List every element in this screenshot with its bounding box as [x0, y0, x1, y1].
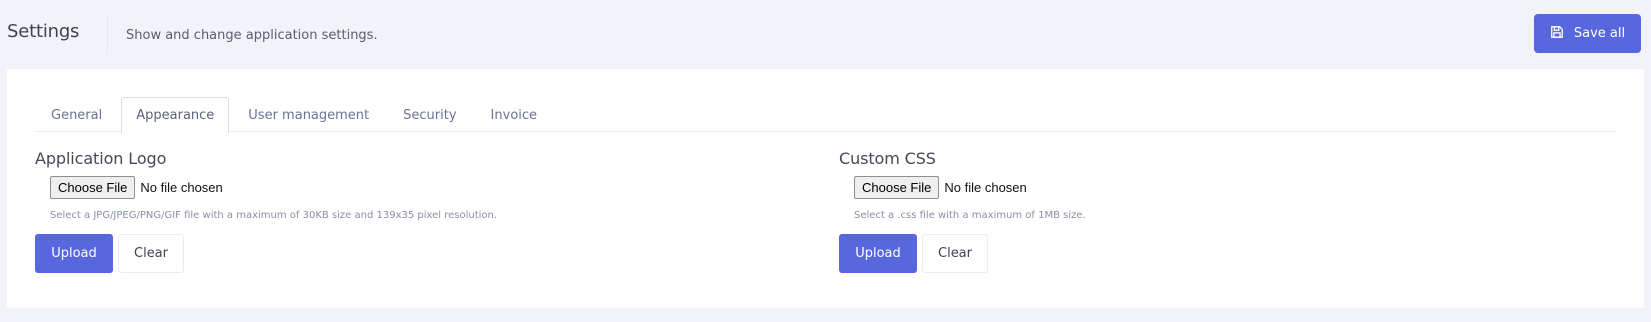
tab-invoice[interactable]: Invoice — [476, 97, 552, 132]
css-actions: Upload Clear — [839, 234, 1086, 273]
logo-upload-button[interactable]: Upload — [35, 234, 113, 273]
logo-choose-file-button[interactable]: Choose File — [50, 176, 136, 199]
css-upload-button[interactable]: Upload — [839, 234, 917, 273]
custom-css-section: Custom CSS Choose File No file chosen Se… — [839, 149, 1086, 273]
application-logo-title: Application Logo — [35, 149, 167, 168]
css-choose-file-button[interactable]: Choose File — [854, 176, 940, 199]
tab-user-management[interactable]: User management — [233, 97, 384, 132]
title-separator — [107, 17, 108, 54]
tab-general[interactable]: General — [36, 97, 117, 132]
css-clear-button[interactable]: Clear — [922, 234, 988, 273]
custom-css-title: Custom CSS — [839, 149, 936, 168]
tab-appearance[interactable]: Appearance — [121, 97, 230, 133]
logo-hint-text: Select a JPG/JPEG/PNG/GIF file with a ma… — [50, 210, 498, 221]
save-all-button[interactable]: Save all — [1534, 14, 1641, 53]
page-description: Show and change application settings. — [126, 28, 378, 43]
logo-actions: Upload Clear — [35, 234, 497, 273]
css-file-status: No file chosen — [944, 180, 1027, 195]
css-file-input: Choose File No file chosen — [854, 176, 1086, 199]
floppy-disk-icon — [1550, 25, 1564, 43]
logo-clear-button[interactable]: Clear — [118, 234, 184, 273]
css-hint-text: Select a .css file with a maximum of 1MB… — [854, 210, 1086, 221]
page-title: Settings — [7, 21, 80, 42]
tab-security[interactable]: Security — [388, 97, 471, 132]
application-logo-section: Application Logo Choose File No file cho… — [35, 149, 497, 273]
subheader: Settings Show and change application set… — [0, 0, 1651, 66]
logo-file-status: No file chosen — [140, 180, 223, 195]
settings-tabs: General Appearance User management Secur… — [36, 97, 1616, 133]
settings-card: General Appearance User management Secur… — [7, 69, 1644, 308]
logo-file-input: Choose File No file chosen — [50, 176, 497, 199]
save-all-label: Save all — [1573, 26, 1626, 41]
